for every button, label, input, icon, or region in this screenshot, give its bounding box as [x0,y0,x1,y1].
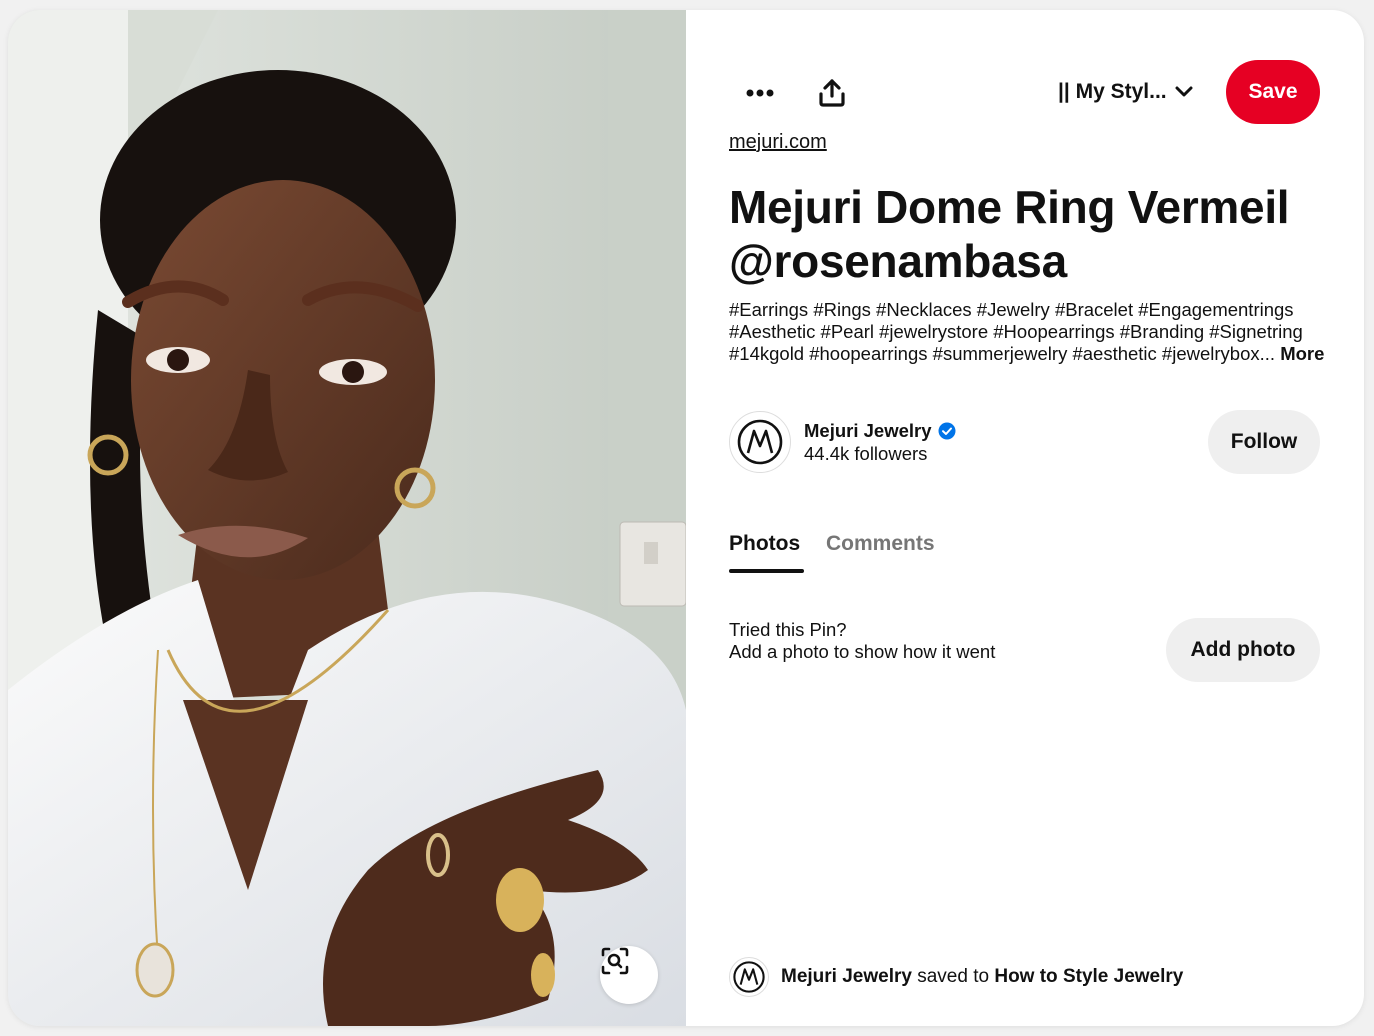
tab-comments[interactable]: Comments [826,532,935,556]
pin-description-text: #Earrings #Rings #Necklaces #Jewelry #Br… [729,299,1303,364]
chevron-down-icon [1175,86,1193,97]
tried-pin-subtitle: Add a photo to show how it went [729,641,996,662]
verified-badge-icon [938,422,956,440]
creator-name[interactable]: Mejuri Jewelry [804,420,956,442]
save-button[interactable]: Save [1226,60,1320,124]
visual-search-button[interactable] [600,946,658,1004]
more-options-button[interactable] [736,69,784,117]
pin-details-panel: || My Styl... Save mejuri.com Mejuri Dom… [686,10,1364,1026]
pin-title: Mejuri Dome Ring Vermeil @rosenambasa [729,181,1290,287]
board-selector[interactable]: || My Styl... [1058,72,1193,112]
mejuri-logo-icon [733,961,765,993]
saver-name[interactable]: Mejuri Jewelry [781,966,912,987]
tried-pin-title: Tried this Pin? [729,619,847,640]
share-upload-icon [819,79,845,107]
saved-to-text: saved to [917,966,990,987]
saved-to-row: Mejuri Jewelry saved to How to Style Jew… [729,956,1183,998]
pin-image[interactable] [8,10,686,1026]
share-button[interactable] [808,69,856,117]
pin-description: #Earrings #Rings #Necklaces #Jewelry #Br… [729,299,1329,365]
pin-closeup-card: || My Styl... Save mejuri.com Mejuri Dom… [8,10,1364,1026]
saver-avatar[interactable] [729,957,769,997]
follow-button[interactable]: Follow [1208,410,1320,474]
saved-board-link[interactable]: How to Style Jewelry [994,966,1183,987]
source-link[interactable]: mejuri.com [729,131,827,154]
add-photo-button[interactable]: Add photo [1166,618,1320,682]
creator-followers: 44.4k followers [804,443,928,464]
pin-photo-illustration [8,10,686,1026]
board-selector-label: || My Styl... [1058,80,1167,103]
creator-name-text: Mejuri Jewelry [804,420,932,441]
more-horizontal-icon [746,89,774,97]
visual-search-icon [601,947,629,975]
mejuri-logo-icon [737,419,783,465]
more-link[interactable]: More [1280,343,1324,364]
creator-avatar[interactable] [729,411,791,473]
active-tab-indicator [729,569,804,573]
tab-photos[interactable]: Photos [729,532,800,556]
